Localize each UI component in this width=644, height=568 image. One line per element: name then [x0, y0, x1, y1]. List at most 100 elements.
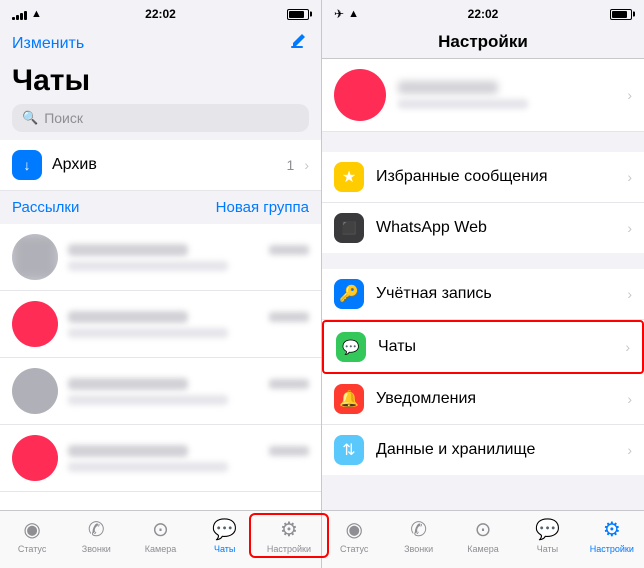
chat-time — [269, 245, 309, 255]
tab-calls-right[interactable]: ✆ Звонки — [386, 517, 450, 554]
settings-section-2: 🔑 Учётная запись › 💬 Чаты › 🔔 Ув — [322, 269, 644, 475]
right-status-bar: ✈ ▲ 22:02 — [322, 0, 644, 28]
notifications-row[interactable]: 🔔 Уведомления › — [322, 374, 644, 425]
right-settings-icon: ⚙ — [603, 517, 621, 542]
chat-info — [68, 311, 309, 338]
right-time: 22:02 — [468, 7, 499, 21]
account-label: Учётная запись — [376, 285, 615, 303]
list-item[interactable] — [0, 425, 321, 492]
tab-camera-left[interactable]: ⊙ Камера — [128, 517, 192, 554]
compose-icon — [289, 32, 309, 52]
notifications-label: Уведомления — [376, 390, 615, 408]
avatar — [12, 234, 58, 280]
page-title-left: Чаты — [0, 62, 321, 104]
notifications-chevron: › — [627, 391, 632, 407]
right-signal-area: ✈ ▲ — [334, 7, 359, 21]
whatsapp-web-row[interactable]: ⬛ WhatsApp Web › — [322, 203, 644, 253]
tab-status-left[interactable]: ◉ Статус — [0, 517, 64, 554]
tab-chats-right[interactable]: 💬 Чаты — [515, 517, 579, 554]
new-group-button[interactable]: Новая группа — [216, 199, 309, 216]
tab-calls-left[interactable]: ✆ Звонки — [64, 517, 128, 554]
tab-camera-right[interactable]: ⊙ Камера — [451, 517, 515, 554]
chat-name — [68, 244, 188, 256]
tab-status-label-left: Статус — [18, 544, 46, 554]
chats-settings-icon: 💬 — [336, 332, 366, 362]
tab-status-right[interactable]: ◉ Статус — [322, 517, 386, 554]
list-item[interactable] — [0, 291, 321, 358]
chats-settings-label: Чаты — [378, 338, 613, 356]
right-panel: ✈ ▲ 22:02 Настройки › — [322, 0, 644, 568]
avatar — [12, 301, 58, 347]
tab-settings-left[interactable]: ⚙ Настройки — [257, 517, 321, 554]
chat-time — [269, 446, 309, 456]
status-icon: ◉ — [23, 517, 40, 542]
signal-bars-icon — [12, 9, 27, 20]
tab-settings-right[interactable]: ⚙ Настройки — [580, 517, 644, 554]
chat-name — [68, 378, 188, 390]
web-label: WhatsApp Web — [376, 219, 615, 237]
tab-chats-label-right: Чаты — [537, 544, 558, 554]
data-storage-icon: ⇅ — [334, 435, 364, 465]
web-chevron: › — [627, 220, 632, 236]
archive-icon-symbol: ↓ — [24, 157, 31, 173]
profile-avatar — [334, 69, 386, 121]
account-chevron: › — [627, 286, 632, 302]
search-icon: 🔍 — [22, 110, 38, 126]
chat-preview — [68, 395, 228, 405]
right-camera-icon: ⊙ — [475, 517, 492, 542]
tab-settings-label-right: Настройки — [590, 544, 634, 554]
avatar — [12, 435, 58, 481]
settings-section-1: ★ Избранные сообщения › ⬛ WhatsApp Web › — [322, 152, 644, 253]
search-placeholder: Поиск — [44, 110, 83, 126]
right-nav-bar: Настройки — [322, 28, 644, 59]
edit-button[interactable]: Изменить — [12, 35, 84, 53]
settings-icon: ⚙ — [280, 517, 298, 542]
tab-chats-label-left: Чаты — [214, 544, 235, 554]
left-tab-bar: ◉ Статус ✆ Звонки ⊙ Камера 💬 Чаты ⚙ Наст… — [0, 510, 321, 568]
tab-chats-left[interactable]: 💬 Чаты — [193, 517, 257, 554]
starred-chevron: › — [627, 169, 632, 185]
chat-info — [68, 378, 309, 405]
broadcast-button[interactable]: Рассылки — [12, 199, 79, 216]
compose-button[interactable] — [289, 32, 309, 56]
camera-icon: ⊙ — [152, 517, 169, 542]
chat-preview — [68, 261, 228, 271]
right-chats-icon: 💬 — [535, 517, 560, 542]
data-storage-chevron: › — [627, 442, 632, 458]
chat-name — [68, 445, 188, 457]
settings-list: › ★ Избранные сообщения › ⬛ WhatsApp Web… — [322, 59, 644, 510]
right-calls-icon: ✆ — [410, 517, 427, 542]
chat-info — [68, 445, 309, 472]
chat-preview — [68, 328, 228, 338]
chat-info — [68, 244, 309, 271]
settings-title: Настройки — [438, 32, 528, 51]
profile-row[interactable]: › — [322, 59, 644, 132]
chat-name — [68, 311, 188, 323]
tab-settings-label-left: Настройки — [267, 544, 311, 554]
starred-messages-row[interactable]: ★ Избранные сообщения › — [322, 152, 644, 203]
starred-icon: ★ — [334, 162, 364, 192]
left-nav-bar: Изменить — [0, 28, 321, 62]
chats-row[interactable]: 💬 Чаты › — [322, 320, 644, 374]
archive-icon: ↓ — [12, 150, 42, 180]
broadcast-row: Рассылки Новая группа — [0, 191, 321, 224]
starred-label: Избранные сообщения — [376, 168, 615, 186]
archive-label: Архив — [52, 156, 277, 174]
wifi-icon: ▲ — [31, 8, 42, 20]
list-item[interactable] — [0, 358, 321, 425]
chat-preview — [68, 462, 228, 472]
account-row[interactable]: 🔑 Учётная запись › — [322, 269, 644, 320]
notifications-icon: 🔔 — [334, 384, 364, 414]
right-battery-icon — [610, 9, 632, 20]
tab-calls-label-left: Звонки — [82, 544, 111, 554]
tab-camera-label-right: Камера — [467, 544, 498, 554]
data-storage-row[interactable]: ⇅ Данные и хранилище › — [322, 425, 644, 475]
archive-chevron-icon: › — [304, 157, 309, 173]
list-item[interactable] — [0, 224, 321, 291]
battery-icon — [287, 9, 309, 20]
profile-chevron-icon: › — [627, 87, 632, 103]
web-icon: ⬛ — [334, 213, 364, 243]
archive-row[interactable]: ↓ Архив 1 › — [0, 140, 321, 191]
search-bar[interactable]: 🔍 Поиск — [12, 104, 309, 132]
chat-time — [269, 312, 309, 322]
